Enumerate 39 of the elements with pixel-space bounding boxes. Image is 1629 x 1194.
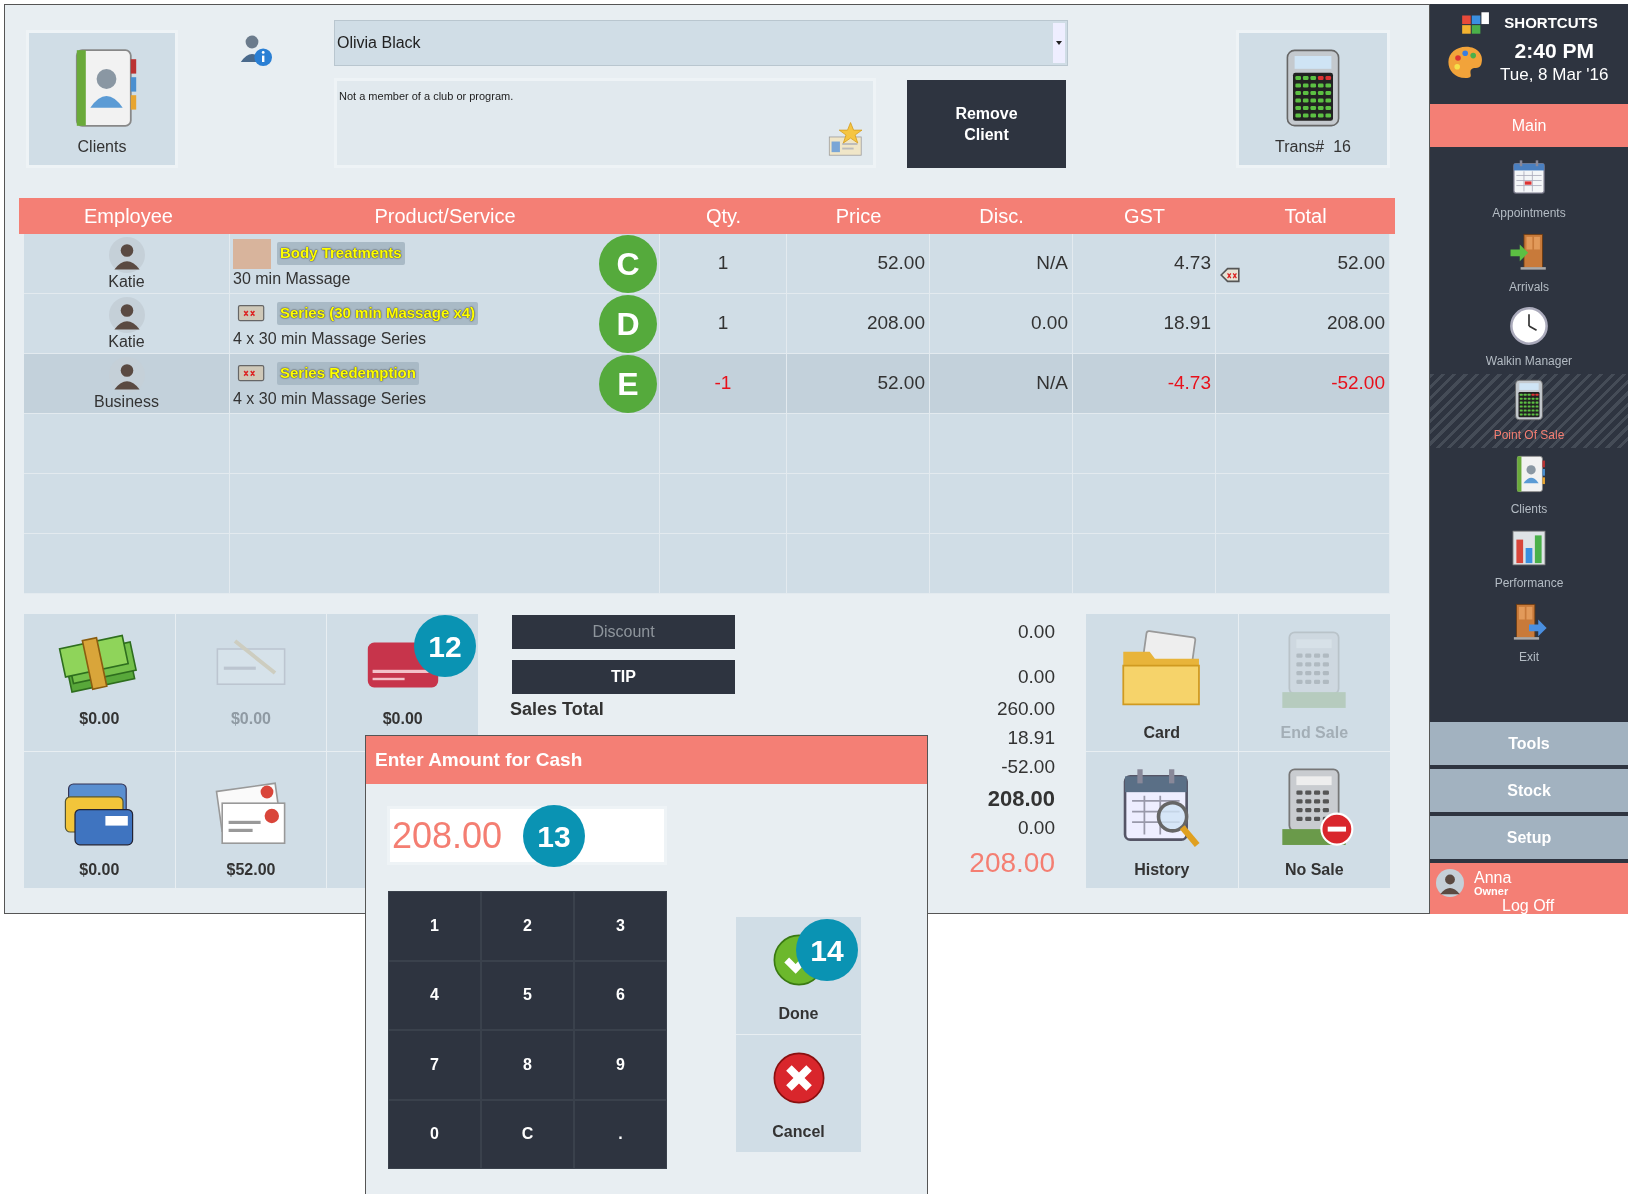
column-header: Product/Service	[373, 204, 517, 229]
column-header: Price	[834, 204, 883, 229]
column-header: GST	[1122, 204, 1167, 229]
product-name: 4 x 30 min Massage Series	[233, 388, 427, 409]
total-cell-text: 208.00	[1326, 311, 1385, 336]
user-role: Owner	[1474, 886, 1510, 897]
product-category: Series (30 min Massage x4)	[277, 302, 479, 325]
membership-note: Not a member of a club or program.	[339, 90, 514, 102]
letter-marker: D	[599, 295, 657, 353]
amount-value: 260.00	[996, 697, 1055, 722]
column-header: Employee	[83, 204, 174, 229]
amount-value: 208.00	[969, 846, 1055, 880]
amount-value: 0.00	[1018, 619, 1055, 644]
letter-marker: E	[599, 355, 657, 413]
column-header: Disc.	[978, 204, 1025, 229]
column-header: Qty.	[704, 204, 743, 229]
clock-date: Tue, 8 Mar '16	[1500, 64, 1609, 86]
letter-marker: C	[599, 235, 657, 293]
number-marker: 13	[523, 805, 585, 867]
user-name: Anna	[1474, 869, 1513, 886]
product-name: 4 x 30 min Massage Series	[233, 328, 427, 349]
number-marker: 14	[796, 919, 858, 981]
total-cell-text: -52.00	[1331, 371, 1385, 396]
amount-value: 0.00	[1018, 664, 1055, 689]
summary-label: Sales Total	[510, 698, 604, 721]
employee-name: Katie	[108, 332, 145, 351]
amount-value: -52.00	[1001, 755, 1055, 780]
total-cell-text: 52.00	[1337, 251, 1385, 276]
amount-value: 0.00	[1018, 816, 1055, 841]
product-category: Series Redemption	[277, 362, 419, 385]
product-name: 30 min Massage	[233, 268, 352, 289]
employee-name: Business	[94, 392, 159, 411]
amount-value: 18.91	[1007, 726, 1055, 751]
column-header: Total	[1283, 204, 1328, 229]
employee-name: Katie	[108, 272, 145, 291]
amount-value: 208.00	[987, 784, 1055, 813]
clock-time: 2:40 PM	[1514, 38, 1594, 64]
product-category: Body Treatments	[277, 242, 405, 265]
sidebar-title: SHORTCUTS	[1504, 12, 1598, 33]
